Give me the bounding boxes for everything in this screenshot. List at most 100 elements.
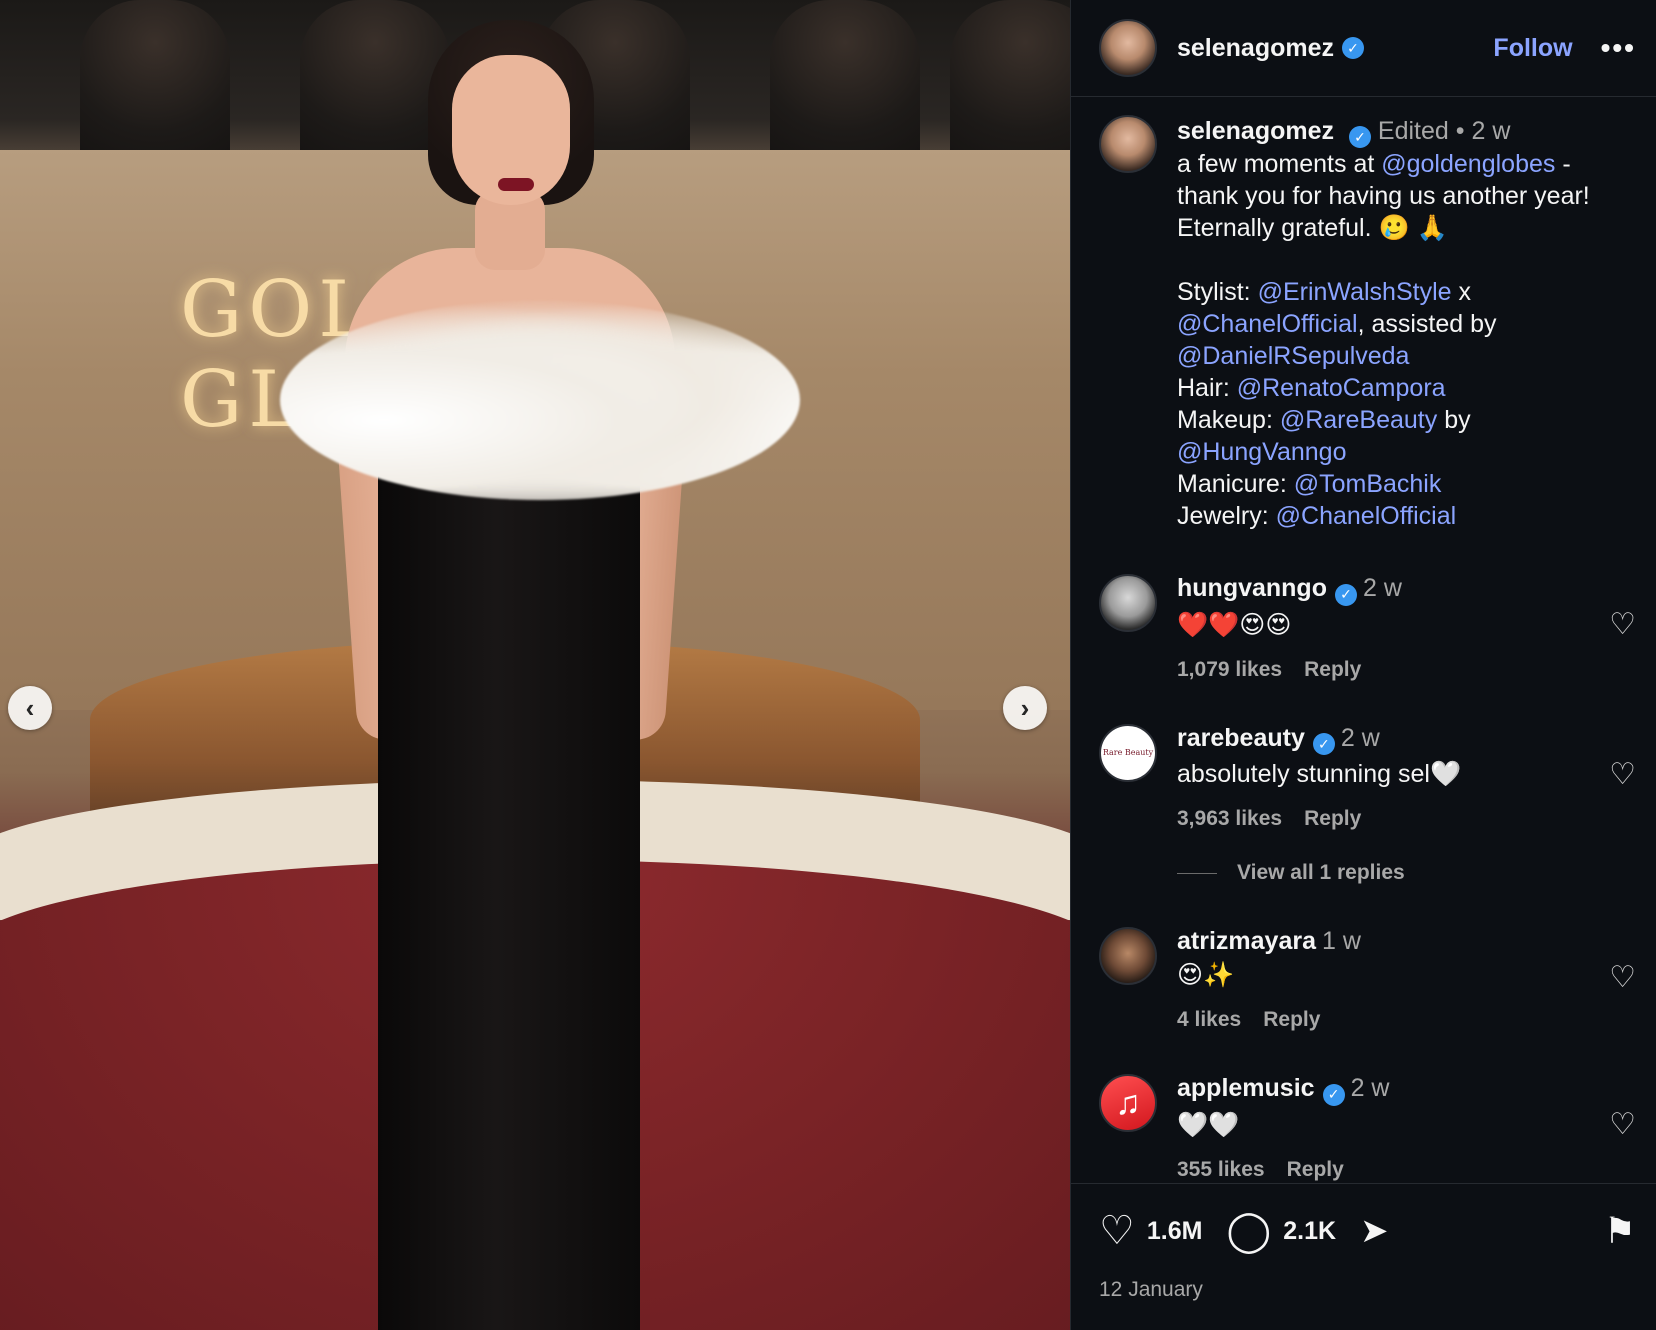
caption-author-avatar[interactable] bbox=[1099, 115, 1157, 173]
comment-username[interactable]: atrizmayara bbox=[1177, 927, 1316, 955]
comment-item: hungvanngo ✓ 2 w ❤️❤️😍😍 1,079 likes Reply ♡ bbox=[1099, 574, 1636, 682]
caption-time: 2 w bbox=[1471, 117, 1511, 145]
next-photo-button[interactable]: › bbox=[1003, 686, 1047, 730]
caption-line: @DanielRSepulveda bbox=[1177, 340, 1636, 372]
comment-time: 2 w bbox=[1350, 1074, 1390, 1102]
mention-link[interactable]: @RareBeauty bbox=[1280, 406, 1437, 434]
replies-divider bbox=[1177, 872, 1217, 874]
like-heart-icon[interactable]: ♡ bbox=[1099, 1211, 1135, 1251]
caption-line: a few moments at @goldenglobes - bbox=[1177, 148, 1636, 180]
post-photo[interactable]: GOLDEN GLOBES ‹ › bbox=[0, 0, 1070, 1330]
comment-item: atrizmayara 1 w 😍✨ 4 likes Reply ♡ bbox=[1099, 927, 1636, 1032]
post-footer: ♡ 1.6M ◯ 2.1K ➤ ⚑ 12 January bbox=[1071, 1183, 1656, 1330]
comment-likes-count[interactable]: 355 likes bbox=[1177, 1158, 1265, 1181]
commenter-avatar[interactable]: Rare Beauty bbox=[1099, 723, 1157, 782]
caption-line: @ChanelOfficial, assisted by bbox=[1177, 308, 1636, 340]
comment-time: 1 w bbox=[1321, 927, 1361, 955]
mention-link[interactable]: @TomBachik bbox=[1294, 470, 1442, 498]
comment-username[interactable]: rarebeauty bbox=[1177, 724, 1305, 752]
mention-link[interactable]: @DanielRSepulveda bbox=[1177, 342, 1409, 370]
view-replies-label: View all 1 replies bbox=[1237, 861, 1405, 884]
caption-line: thank you for having us another year! bbox=[1177, 180, 1636, 212]
previous-photo-button[interactable]: ‹ bbox=[8, 686, 52, 730]
avatar-logo-text: Rare Beauty bbox=[1102, 748, 1154, 757]
author-avatar[interactable] bbox=[1099, 19, 1157, 77]
likes-count[interactable]: 1.6M bbox=[1147, 1217, 1203, 1246]
caption-line: Jewelry: @ChanelOfficial bbox=[1177, 500, 1636, 532]
caption-line-text: Manicure: bbox=[1177, 470, 1294, 498]
comment-like-heart-icon[interactable]: ♡ bbox=[1609, 759, 1636, 790]
comment-like-heart-icon[interactable]: ♡ bbox=[1609, 610, 1636, 640]
comment-body: applemusic ✓ 2 w 🤍🤍 355 likes Reply bbox=[1177, 1074, 1636, 1182]
comment-like-heart-icon[interactable]: ♡ bbox=[1609, 1110, 1636, 1140]
share-icon[interactable]: ➤ bbox=[1360, 1214, 1389, 1248]
comment-time: 2 w bbox=[1340, 723, 1380, 752]
separator-dot: • bbox=[1455, 117, 1465, 145]
comment-item: ♫ applemusic ✓ 2 w 🤍🤍 355 likes Reply ♡ bbox=[1099, 1074, 1636, 1182]
comment-body: atrizmayara 1 w 😍✨ 4 likes Reply bbox=[1177, 927, 1636, 1032]
comment-text: ❤️❤️😍😍 bbox=[1177, 610, 1292, 639]
comment-text: 😍✨ bbox=[1177, 961, 1235, 989]
caption-line bbox=[1177, 244, 1636, 276]
caption-line: Stylist: @ErinWalshStyle x bbox=[1177, 276, 1636, 308]
reply-button[interactable]: Reply bbox=[1263, 1008, 1320, 1031]
comment-text: 🤍🤍 bbox=[1177, 1110, 1240, 1139]
caption-line-text: Hair: bbox=[1177, 374, 1237, 402]
edited-label: Edited bbox=[1377, 117, 1449, 145]
caption-line-text: Eternally grateful. 🥲 🙏 bbox=[1177, 214, 1448, 242]
caption-line-text: thank you for having us another year! bbox=[1177, 182, 1590, 210]
mention-link[interactable]: @HungVanngo bbox=[1177, 438, 1346, 466]
comment-text: absolutely stunning sel🤍 bbox=[1177, 760, 1462, 788]
caption-line-text: Stylist: bbox=[1177, 278, 1258, 306]
comment-username[interactable]: hungvanngo bbox=[1177, 574, 1327, 602]
caption-line: Eternally grateful. 🥲 🙏 bbox=[1177, 212, 1636, 244]
action-bar: ♡ 1.6M ◯ 2.1K ➤ ⚑ bbox=[1099, 1206, 1636, 1256]
verified-badge-icon: ✓ bbox=[1348, 126, 1371, 148]
mention-link[interactable]: @ChanelOfficial bbox=[1276, 502, 1457, 530]
view-replies-button[interactable]: View all 1 replies bbox=[1177, 861, 1636, 885]
comments-count[interactable]: 2.1K bbox=[1283, 1217, 1336, 1246]
mention-link[interactable]: @ChanelOfficial bbox=[1177, 310, 1358, 338]
caption-username[interactable]: selenagomez bbox=[1177, 117, 1334, 145]
verified-badge-icon: ✓ bbox=[1312, 733, 1335, 755]
comment-likes-count[interactable]: 1,079 likes bbox=[1177, 658, 1282, 681]
comment-likes-count[interactable]: 4 likes bbox=[1177, 1008, 1241, 1031]
commenter-avatar[interactable] bbox=[1099, 927, 1157, 985]
comment-username[interactable]: applemusic bbox=[1177, 1074, 1315, 1102]
comment-time: 2 w bbox=[1362, 574, 1402, 602]
comments-list: hungvanngo ✓ 2 w ❤️❤️😍😍 1,079 likes Reply ♡ Rar… bbox=[1099, 574, 1636, 1182]
comment-body: rarebeauty ✓ 2 w absolutely stunning sel🤍 3,… bbox=[1177, 724, 1636, 832]
comment-icon[interactable]: ◯ bbox=[1226, 1211, 1271, 1251]
mention-link[interactable]: @ErinWalshStyle bbox=[1258, 278, 1452, 306]
bookmark-icon[interactable]: ⚑ bbox=[1604, 1213, 1636, 1249]
post-side-panel: selenagomez ✓ Follow ••• selenagomez ✓ E… bbox=[1070, 0, 1656, 1330]
commenter-avatar[interactable]: ♫ bbox=[1099, 1074, 1157, 1132]
comments-scroll-area[interactable]: selenagomez ✓ Edited • 2 w a few moments… bbox=[1071, 97, 1656, 1183]
music-note-icon: ♫ bbox=[1115, 1083, 1141, 1122]
verified-badge-icon: ✓ bbox=[1342, 37, 1365, 59]
caption-line-text: Jewelry: bbox=[1177, 502, 1276, 530]
reply-button[interactable]: Reply bbox=[1287, 1158, 1344, 1181]
caption-line-text: by bbox=[1437, 406, 1471, 434]
reply-button[interactable]: Reply bbox=[1304, 658, 1361, 681]
reply-button[interactable]: Reply bbox=[1304, 807, 1361, 830]
post-viewer: GOLDEN GLOBES ‹ › selenagomez ✓ Follow bbox=[0, 0, 1656, 1330]
caption-line-text: - bbox=[1555, 150, 1571, 178]
comment-like-heart-icon[interactable]: ♡ bbox=[1609, 963, 1636, 993]
comment-item: Rare Beauty rarebeauty ✓ 2 w absolutely stun… bbox=[1099, 723, 1636, 832]
caption-line: @HungVanngo bbox=[1177, 436, 1636, 468]
caption-line-text: x bbox=[1451, 278, 1471, 306]
mention-link[interactable]: @RenatoCampora bbox=[1237, 374, 1446, 402]
commenter-avatar[interactable] bbox=[1099, 574, 1157, 632]
person-figure bbox=[0, 0, 1070, 1330]
comment-body: hungvanngo ✓ 2 w ❤️❤️😍😍 1,079 likes Reply bbox=[1177, 574, 1636, 682]
comment-likes-count[interactable]: 3,963 likes bbox=[1177, 807, 1282, 830]
author-username[interactable]: selenagomez bbox=[1177, 34, 1334, 63]
post-header: selenagomez ✓ Follow ••• bbox=[1071, 0, 1656, 97]
post-date: 12 January bbox=[1099, 1278, 1203, 1301]
follow-button[interactable]: Follow bbox=[1493, 34, 1572, 63]
verified-badge-icon: ✓ bbox=[1334, 583, 1357, 606]
caption-line: Manicure: @TomBachik bbox=[1177, 468, 1636, 500]
more-options-icon[interactable]: ••• bbox=[1601, 32, 1636, 64]
mention-link[interactable]: @goldenglobes bbox=[1381, 150, 1555, 178]
